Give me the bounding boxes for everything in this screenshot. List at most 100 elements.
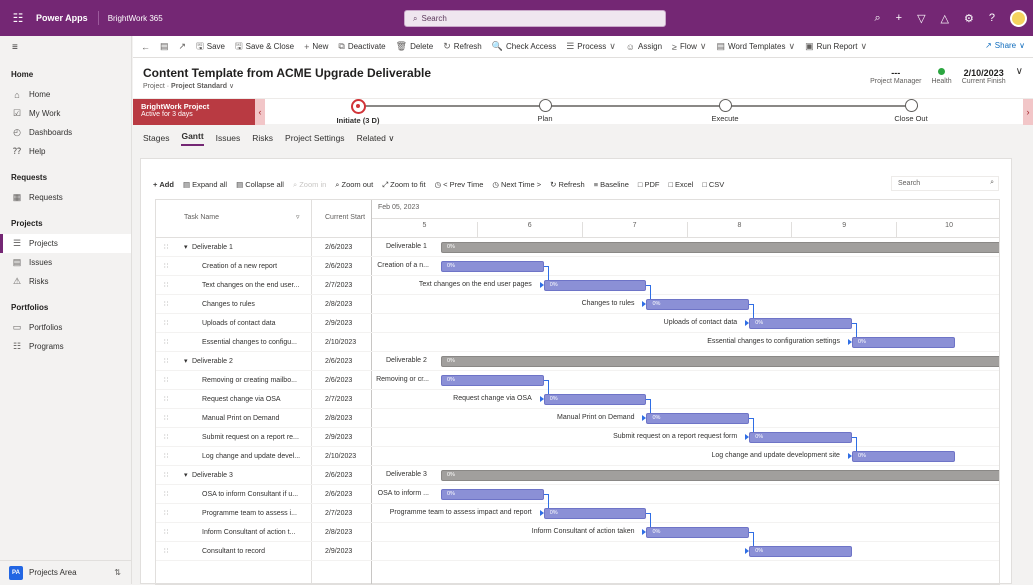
drag-handle-icon[interactable]: ∷ bbox=[164, 257, 168, 276]
drag-handle-icon[interactable]: ∷ bbox=[164, 466, 168, 485]
bpf-next-icon[interactable]: › bbox=[1023, 99, 1033, 125]
table-row[interactable]: ∷ Manual Print on Demand 2/8/2023 Manual Pr… bbox=[156, 409, 999, 432]
filter-icon[interactable]: ▿ bbox=[296, 213, 300, 221]
table-row[interactable]: ∷ Changes to rules 2/8/2023 Changes to rule… bbox=[156, 295, 999, 318]
task-name[interactable]: Changes to rules bbox=[202, 295, 310, 314]
task-name[interactable]: Programme team to assess i... bbox=[202, 504, 310, 523]
task-bar[interactable]: 0% bbox=[851, 337, 955, 348]
task-bar[interactable]: 0% bbox=[851, 451, 955, 462]
gantt-csv-button[interactable]: □ CSV bbox=[702, 180, 724, 190]
help-icon[interactable]: ? bbox=[989, 12, 995, 24]
task-bar[interactable]: 0% bbox=[749, 318, 852, 329]
stage-execute[interactable]: Execute bbox=[685, 99, 765, 123]
task-bar[interactable]: 0% bbox=[441, 261, 544, 272]
bell-icon[interactable]: △ bbox=[941, 12, 949, 25]
task-name[interactable]: Removing or creating mailbo... bbox=[202, 371, 310, 390]
tab-gantt[interactable]: Gantt bbox=[181, 131, 204, 146]
expand-header-icon[interactable]: ∨ bbox=[1016, 66, 1023, 85]
gantt-zoom-to-fit-button[interactable]: ⤢ Zoom to fit bbox=[382, 180, 425, 190]
gear-icon[interactable]: ⚙ bbox=[964, 12, 974, 25]
task-name[interactable]: OSA to inform Consultant if u... bbox=[202, 485, 310, 504]
task-name[interactable]: Manual Print on Demand bbox=[202, 409, 310, 428]
global-search-input[interactable]: ⌕ Search bbox=[404, 10, 666, 27]
drag-handle-icon[interactable]: ∷ bbox=[164, 371, 168, 390]
plus-icon[interactable]: + bbox=[896, 12, 902, 24]
sidebar-item-my-work[interactable]: ☑ My Work bbox=[0, 104, 131, 123]
search-icon[interactable]: ⌕ bbox=[874, 12, 880, 25]
form-selector[interactable]: Project Standard bbox=[171, 83, 227, 90]
drag-handle-icon[interactable]: ∷ bbox=[164, 352, 168, 371]
table-row[interactable]: ∷ Request change via OSA 2/7/2023 Request c… bbox=[156, 390, 999, 413]
task-name[interactable]: Deliverable 2 bbox=[192, 352, 312, 371]
drag-handle-icon[interactable]: ∷ bbox=[164, 542, 168, 561]
form-icon[interactable]: ▤ bbox=[160, 41, 169, 52]
waffle-icon[interactable]: ☷ bbox=[0, 0, 36, 36]
task-name[interactable]: Creation of a new report bbox=[202, 257, 310, 276]
stage-plan[interactable]: Plan bbox=[505, 99, 585, 123]
gantt-prev-time-button[interactable]: ◷ < Prev Time bbox=[435, 180, 484, 190]
col-task-name[interactable]: Task Name bbox=[184, 214, 219, 221]
check-access-button[interactable]: 🔍 Check Access bbox=[492, 39, 556, 55]
summary-bar[interactable]: 0% bbox=[441, 470, 999, 481]
collapse-chevron-icon[interactable]: ▾ bbox=[184, 352, 188, 371]
save-button[interactable]: 🖫 Save bbox=[196, 39, 225, 55]
collapse-chevron-icon[interactable]: ▾ bbox=[184, 238, 188, 257]
process-button[interactable]: ☰ Process ∨ bbox=[566, 39, 616, 55]
tab-related[interactable]: Related ∨ bbox=[357, 133, 395, 144]
summary-bar[interactable]: 0% bbox=[441, 242, 999, 253]
table-row[interactable]: ∷ ▾ Deliverable 1 2/6/2023 Deliverable 1 0% bbox=[156, 238, 999, 257]
run-report-button[interactable]: ▣ Run Report ∨ bbox=[805, 39, 867, 55]
drag-handle-icon[interactable]: ∷ bbox=[164, 314, 168, 333]
task-bar[interactable]: 0% bbox=[543, 394, 647, 405]
deactivate-button[interactable]: ⧉ Deactivate bbox=[338, 39, 385, 55]
table-row[interactable]: ∷ Creation of a new report 2/6/2023 Creatio… bbox=[156, 257, 999, 280]
task-name[interactable]: Deliverable 1 bbox=[192, 238, 312, 257]
hamburger-icon[interactable]: ≡ bbox=[0, 36, 131, 58]
task-name[interactable]: Consultant to record bbox=[202, 542, 310, 561]
gantt-search-input[interactable]: Search ⌕ bbox=[891, 176, 999, 191]
drag-handle-icon[interactable]: ∷ bbox=[164, 390, 168, 409]
task-bar[interactable]: 0% bbox=[441, 489, 544, 500]
tab-stages[interactable]: Stages bbox=[143, 133, 169, 143]
gantt-baseline-button[interactable]: ≡ Baseline bbox=[594, 180, 629, 190]
sidebar-item-risks[interactable]: ⚠ Risks bbox=[0, 272, 131, 291]
table-row[interactable]: ∷ Programme team to assess i... 2/7/2023 Pr… bbox=[156, 504, 999, 527]
sidebar-item-help[interactable]: ⁇ Help bbox=[0, 142, 131, 161]
gantt-excel-button[interactable]: □ Excel bbox=[668, 180, 693, 190]
table-row[interactable]: ∷ Uploads of contact data 2/9/2023 Uploads … bbox=[156, 314, 999, 337]
task-name[interactable]: Essential changes to configu... bbox=[202, 333, 310, 352]
summary-bar[interactable]: 0% bbox=[441, 356, 999, 367]
table-row[interactable]: ∷ ▾ Deliverable 2 2/6/2023 Deliverable 2 0% bbox=[156, 352, 999, 371]
gantt-next-time-button[interactable]: ◷ Next Time > bbox=[492, 180, 541, 190]
task-name[interactable]: Inform Consultant of action t... bbox=[202, 523, 310, 542]
task-bar[interactable]: 0% bbox=[646, 413, 750, 424]
app-name[interactable]: Power Apps bbox=[36, 11, 99, 25]
user-avatar[interactable] bbox=[1010, 9, 1027, 27]
drag-handle-icon[interactable]: ∷ bbox=[164, 523, 168, 542]
col-current-start[interactable]: Current Start bbox=[325, 214, 365, 221]
word-templates-button[interactable]: ▤ Word Templates ∨ bbox=[716, 39, 795, 55]
stage-initiate[interactable]: Initiate (3 D) bbox=[318, 99, 398, 125]
gantt-expand-all-button[interactable]: ▤ Expand all bbox=[183, 180, 227, 190]
drag-handle-icon[interactable]: ∷ bbox=[164, 428, 168, 447]
table-row[interactable]: ∷ Submit request on a report re... 2/9/202… bbox=[156, 428, 999, 451]
flow-button[interactable]: ≥ Flow ∨ bbox=[672, 39, 706, 55]
delete-button[interactable]: 🗑 Delete bbox=[396, 39, 434, 55]
table-row[interactable]: ∷ OSA to inform Consultant if u... 2/6/202… bbox=[156, 485, 999, 508]
sidebar-item-requests[interactable]: ▦ Requests bbox=[0, 188, 131, 207]
refresh-button[interactable]: ↻ Refresh bbox=[443, 39, 482, 55]
sidebar-item-programs[interactable]: ☷ Programs bbox=[0, 337, 131, 356]
back-icon[interactable]: ← bbox=[141, 42, 150, 52]
tab-risks[interactable]: Risks bbox=[252, 133, 273, 143]
tab-issues[interactable]: Issues bbox=[216, 133, 241, 143]
drag-handle-icon[interactable]: ∷ bbox=[164, 485, 168, 504]
drag-handle-icon[interactable]: ∷ bbox=[164, 409, 168, 428]
task-name[interactable]: Request change via OSA bbox=[202, 390, 310, 409]
table-row[interactable]: ∷ Log change and update devel... 2/10/2023… bbox=[156, 447, 999, 466]
popout-icon[interactable]: ↗ bbox=[179, 41, 187, 52]
assign-button[interactable]: ☺ Assign bbox=[626, 39, 662, 55]
new-button[interactable]: + New bbox=[304, 39, 328, 55]
task-name[interactable]: Log change and update devel... bbox=[202, 447, 310, 466]
collapse-chevron-icon[interactable]: ▾ bbox=[184, 466, 188, 485]
gantt-pdf-button[interactable]: □ PDF bbox=[638, 180, 660, 190]
